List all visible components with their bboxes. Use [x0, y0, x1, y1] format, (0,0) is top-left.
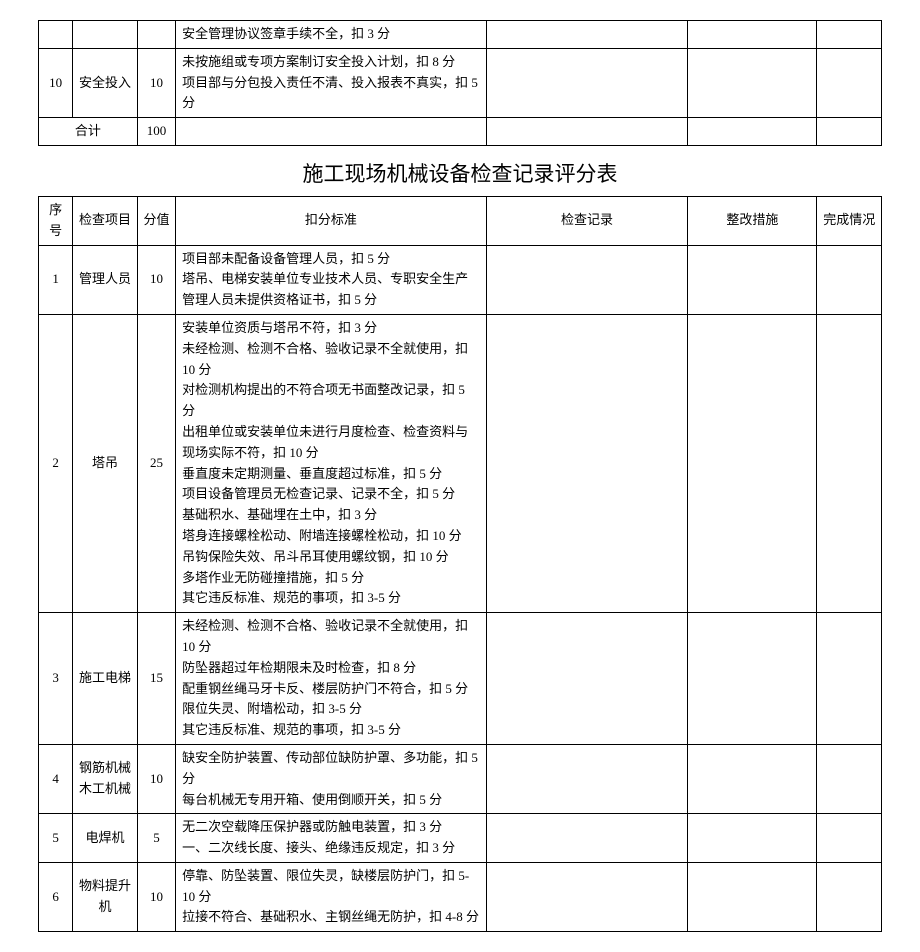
cell [688, 118, 817, 146]
cell [486, 48, 688, 117]
remedy-cell [688, 314, 817, 612]
criteria-cell: 项目部未配备设备管理人员，扣 5 分塔吊、电梯安装单位专业技术人员、专职安全生产… [176, 245, 487, 314]
header-item: 检查项目 [73, 196, 138, 245]
cell [73, 21, 138, 49]
record-cell [486, 814, 688, 863]
page-title: 施工现场机械设备检查记录评分表 [38, 146, 882, 196]
done-cell [817, 314, 882, 612]
cell [817, 118, 882, 146]
table-row: 5电焊机5无二次空载降压保护器或防触电装置，扣 3 分一、二次线长度、接头、绝缘… [39, 814, 882, 863]
total-label: 合计 [39, 118, 138, 146]
criteria-cell: 未经检测、检测不合格、验收记录不全就使用，扣 10 分防坠器超过年检期限未及时检… [176, 613, 487, 745]
record-cell [486, 613, 688, 745]
done-cell [817, 613, 882, 745]
item-cell: 塔吊 [73, 314, 138, 612]
table-row: 4钢筋机械木工机械10缺安全防护装置、传动部位缺防护罩、多功能，扣 5 分每台机… [39, 744, 882, 813]
score-cell: 25 [137, 314, 175, 612]
header-record: 检查记录 [486, 196, 688, 245]
done-cell [817, 814, 882, 863]
seq-cell: 4 [39, 744, 73, 813]
remedy-cell [688, 862, 817, 931]
done-cell [817, 744, 882, 813]
header-done: 完成情况 [817, 196, 882, 245]
table-row: 2塔吊25安装单位资质与塔吊不符，扣 3 分未经检测、检测不合格、验收记录不全就… [39, 314, 882, 612]
score-cell: 10 [137, 744, 175, 813]
remedy-cell [688, 245, 817, 314]
done-cell [817, 245, 882, 314]
record-cell [486, 744, 688, 813]
table-row: 1管理人员10项目部未配备设备管理人员，扣 5 分塔吊、电梯安装单位专业技术人员… [39, 245, 882, 314]
table-row: 3施工电梯15未经检测、检测不合格、验收记录不全就使用，扣 10 分防坠器超过年… [39, 613, 882, 745]
criteria-cell: 缺安全防护装置、传动部位缺防护罩、多功能，扣 5 分每台机械无专用开箱、使用倒顺… [176, 744, 487, 813]
remedy-cell [688, 613, 817, 745]
done-cell [817, 862, 882, 931]
cell [817, 48, 882, 117]
remedy-cell [688, 744, 817, 813]
item-cell: 钢筋机械木工机械 [73, 744, 138, 813]
score-cell: 10 [137, 862, 175, 931]
cell [39, 21, 73, 49]
total-row: 合计 100 [39, 118, 882, 146]
criteria-cell: 安装单位资质与塔吊不符，扣 3 分未经检测、检测不合格、验收记录不全就使用，扣 … [176, 314, 487, 612]
score-cell: 10 [137, 245, 175, 314]
seq-cell: 3 [39, 613, 73, 745]
cell [688, 21, 817, 49]
header-row: 序号 检查项目 分值 扣分标准 检查记录 整改措施 完成情况 [39, 196, 882, 245]
record-cell [486, 862, 688, 931]
item-cell: 施工电梯 [73, 613, 138, 745]
item-cell: 安全投入 [73, 48, 138, 117]
header-seq: 序号 [39, 196, 73, 245]
table-row: 10 安全投入 10 未按施组或专项方案制订安全投入计划，扣 8 分项目部与分包… [39, 48, 882, 117]
item-cell: 电焊机 [73, 814, 138, 863]
remedy-cell [688, 814, 817, 863]
cell [176, 118, 487, 146]
cell [137, 21, 175, 49]
table-row: 安全管理协议签章手续不全，扣 3 分 [39, 21, 882, 49]
header-score: 分值 [137, 196, 175, 245]
seq-cell: 10 [39, 48, 73, 117]
criteria-cell: 无二次空载降压保护器或防触电装置，扣 3 分一、二次线长度、接头、绝缘违反规定，… [176, 814, 487, 863]
main-table: 序号 检查项目 分值 扣分标准 检查记录 整改措施 完成情况 1管理人员10项目… [38, 196, 882, 932]
cell [486, 118, 688, 146]
header-criteria: 扣分标准 [176, 196, 487, 245]
cell [688, 48, 817, 117]
criteria-cell: 停靠、防坠装置、限位失灵，缺楼层防护门，扣 5-10 分拉接不符合、基础积水、主… [176, 862, 487, 931]
cell [486, 21, 688, 49]
score-cell: 10 [137, 48, 175, 117]
cell [817, 21, 882, 49]
seq-cell: 5 [39, 814, 73, 863]
seq-cell: 6 [39, 862, 73, 931]
item-cell: 物料提升机 [73, 862, 138, 931]
total-score: 100 [137, 118, 175, 146]
upper-fragment-table: 安全管理协议签章手续不全，扣 3 分 10 安全投入 10 未按施组或专项方案制… [38, 20, 882, 146]
table-row: 6物料提升机10停靠、防坠装置、限位失灵，缺楼层防护门，扣 5-10 分拉接不符… [39, 862, 882, 931]
seq-cell: 2 [39, 314, 73, 612]
header-remedy: 整改措施 [688, 196, 817, 245]
score-cell: 5 [137, 814, 175, 863]
record-cell [486, 314, 688, 612]
criteria-cell: 安全管理协议签章手续不全，扣 3 分 [176, 21, 487, 49]
item-cell: 管理人员 [73, 245, 138, 314]
score-cell: 15 [137, 613, 175, 745]
record-cell [486, 245, 688, 314]
seq-cell: 1 [39, 245, 73, 314]
criteria-cell: 未按施组或专项方案制订安全投入计划，扣 8 分项目部与分包投入责任不清、投入报表… [176, 48, 487, 117]
